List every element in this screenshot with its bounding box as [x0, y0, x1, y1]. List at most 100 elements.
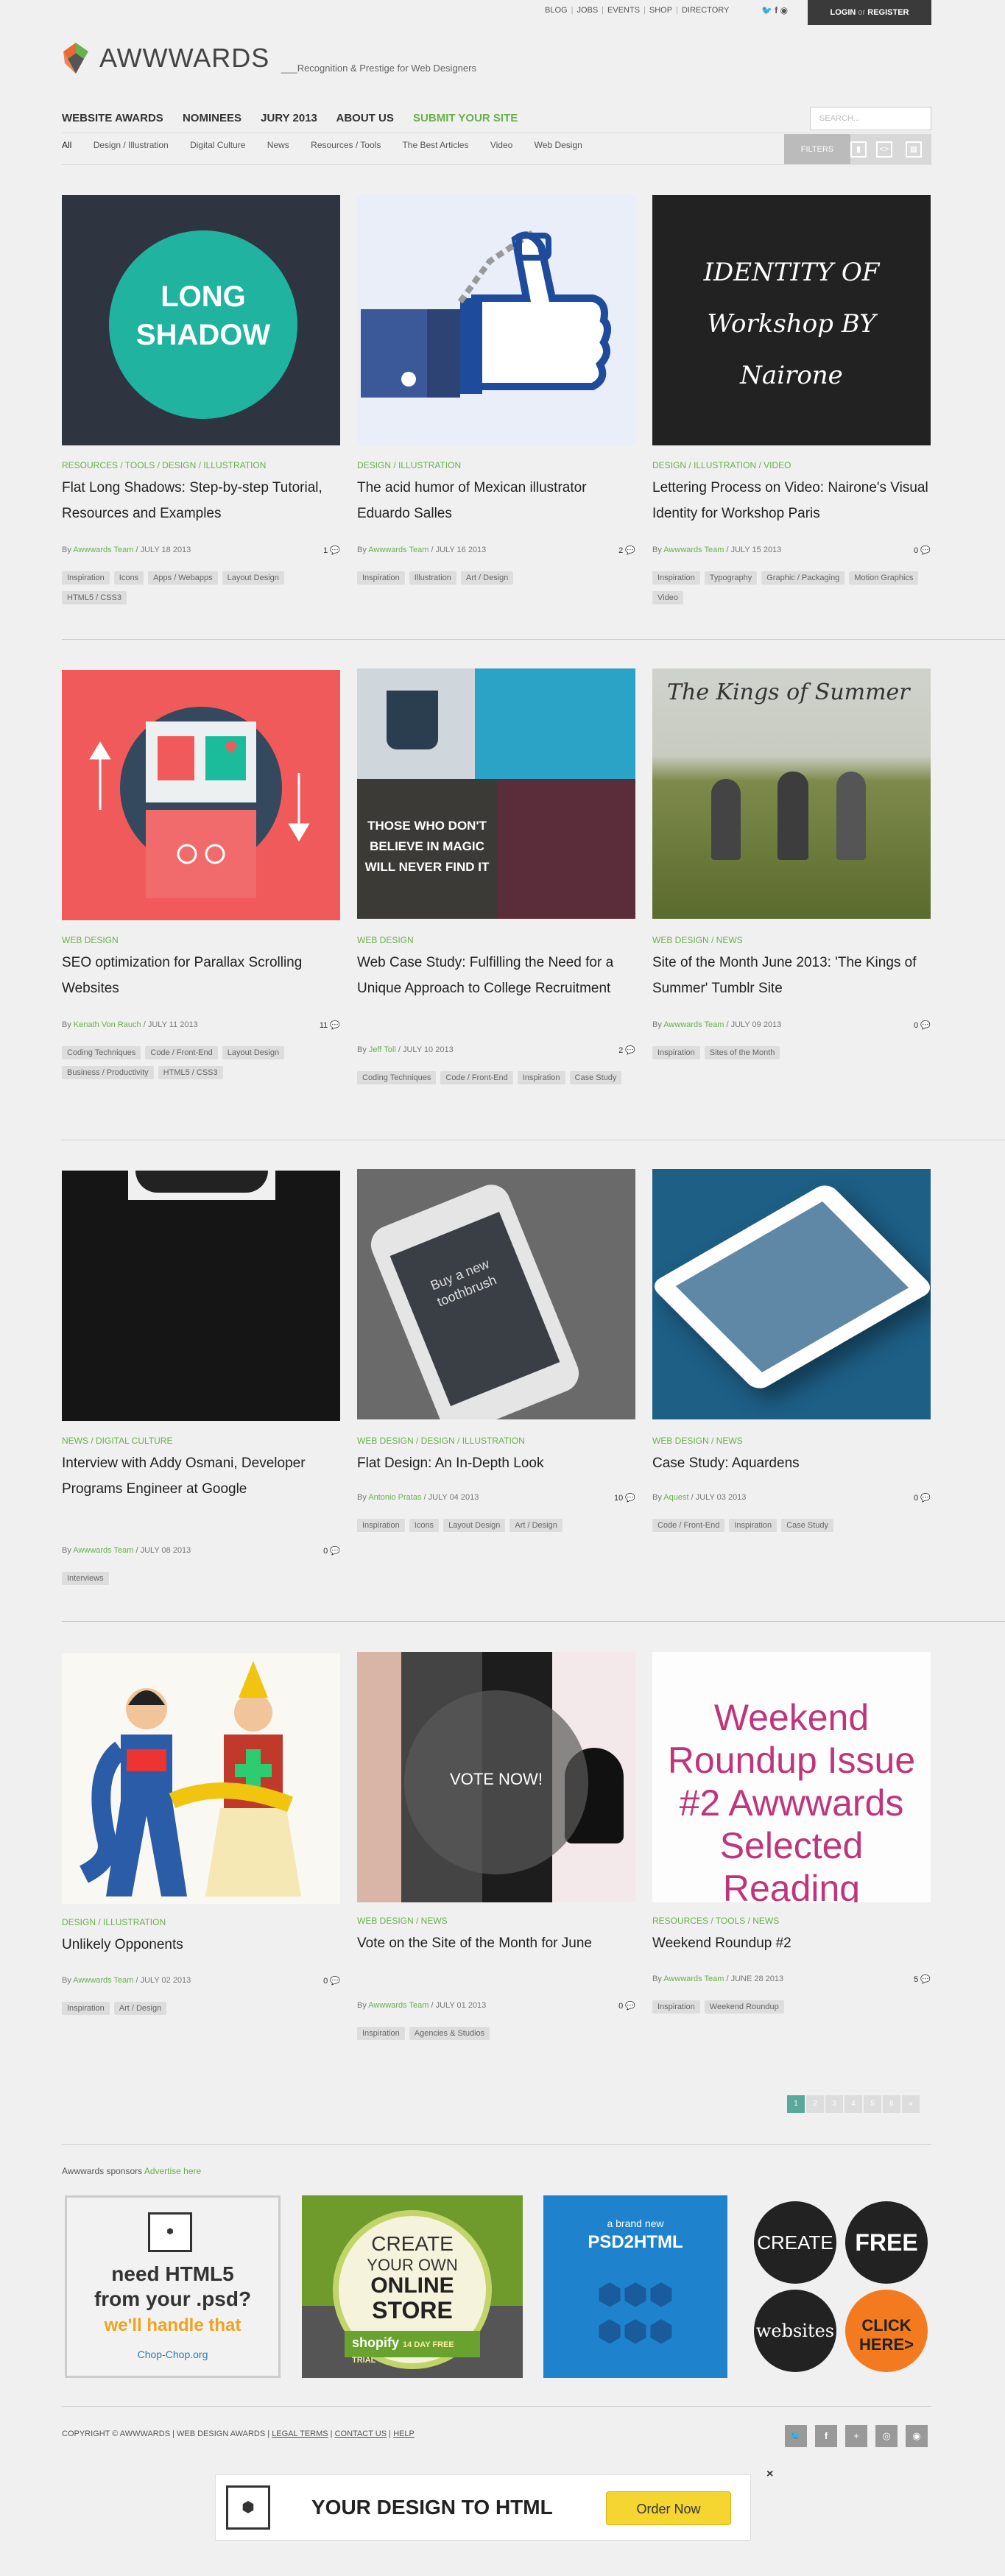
- page-button[interactable]: 4: [844, 2095, 862, 2113]
- rss-icon[interactable]: ◉: [780, 5, 788, 15]
- article-category[interactable]: WEB DESIGN / NEWS: [652, 1436, 743, 1446]
- tag[interactable]: Icons: [113, 571, 144, 585]
- facebook-icon[interactable]: f: [815, 2425, 837, 2447]
- article-thumbnail[interactable]: Buy a new toothbrush: [357, 1169, 635, 1419]
- subnav-best-articles[interactable]: The Best Articles: [402, 140, 468, 150]
- article-thumbnail[interactable]: Weekend Roundup Issue #2 Awwwards Select…: [652, 1652, 931, 1902]
- code-icon[interactable]: <>: [876, 141, 892, 158]
- footer-link-contact[interactable]: CONTACT US: [335, 2429, 387, 2438]
- tag[interactable]: Code / Front-End: [652, 1519, 725, 1532]
- tag[interactable]: Code / Front-End: [145, 1046, 218, 1059]
- article-title[interactable]: Unlikely Opponents: [62, 1932, 340, 1958]
- tag[interactable]: Coding Techniques: [357, 1071, 437, 1084]
- comment-count[interactable]: 2 💬: [618, 546, 635, 555]
- twitter-icon[interactable]: 🐦: [761, 5, 772, 15]
- article-category[interactable]: NEWS / DIGITAL CULTURE: [62, 1436, 172, 1446]
- tag[interactable]: Inspiration: [357, 1519, 405, 1532]
- article-author[interactable]: Awwwards Team: [73, 546, 133, 554]
- tag[interactable]: Inspiration: [652, 2000, 700, 2014]
- article-category[interactable]: DESIGN / ILLUSTRATION: [62, 1917, 166, 1927]
- article-category[interactable]: RESOURCES / TOOLS / NEWS: [652, 1916, 779, 1926]
- filters-button[interactable]: FILTERS: [784, 134, 850, 165]
- login-register-button[interactable]: LOGIN or REGISTER: [808, 0, 931, 25]
- article-category[interactable]: RESOURCES / TOOLS / DESIGN / ILLUSTRATIO…: [62, 460, 266, 470]
- brand-name[interactable]: AWWWARDS: [99, 43, 269, 74]
- top-link-shop[interactable]: SHOP: [649, 6, 672, 15]
- page-button[interactable]: 5: [864, 2095, 881, 2113]
- nav-submit-site[interactable]: SUBMIT YOUR SITE: [413, 112, 518, 124]
- comment-count[interactable]: 1 💬: [323, 546, 340, 555]
- tag[interactable]: Coding Techniques: [62, 1046, 141, 1059]
- article-thumbnail[interactable]: The Kings of Summer: [652, 668, 931, 919]
- article-category[interactable]: WEB DESIGN: [357, 935, 414, 945]
- advertise-link[interactable]: Advertise here: [144, 2166, 201, 2176]
- tag[interactable]: Layout Design: [443, 1519, 506, 1532]
- register-link[interactable]: REGISTER: [867, 8, 909, 17]
- article-author[interactable]: Antonio Pratas: [368, 1493, 421, 1502]
- tag[interactable]: HTML5 / CSS3: [158, 1066, 223, 1079]
- article-thumbnail[interactable]: THOSE WHO DON'T BELIEVE IN MAGIC WILL NE…: [357, 668, 635, 919]
- top-link-directory[interactable]: DIRECTORY: [682, 6, 729, 15]
- tag[interactable]: Inspiration: [517, 1071, 565, 1084]
- sponsor-ad-shopify[interactable]: CREATE YOUR OWN ONLINE STORE shopify 14 …: [302, 2195, 523, 2378]
- folder-icon[interactable]: ▮: [850, 141, 867, 158]
- order-now-button[interactable]: Order Now: [606, 2491, 731, 2525]
- article-author[interactable]: Awwwards Team: [663, 1975, 724, 1983]
- nav-about-us[interactable]: ABOUT US: [336, 112, 394, 124]
- article-title[interactable]: The acid humor of Mexican illustrator Ed…: [357, 475, 635, 526]
- article-category[interactable]: DESIGN / ILLUSTRATION: [357, 460, 461, 470]
- tag[interactable]: Sites of the Month: [704, 1046, 780, 1059]
- page-button[interactable]: 2: [806, 2095, 824, 2113]
- comment-count[interactable]: 2 💬: [618, 1045, 635, 1055]
- subnav-video[interactable]: Video: [490, 140, 512, 150]
- comment-count[interactable]: 0 💬: [914, 1020, 931, 1030]
- sponsor-ad-websites[interactable]: CREATE FREE websites CLICK HERE>: [750, 2195, 937, 2378]
- article-author[interactable]: Awwwards Team: [663, 1020, 724, 1029]
- tag[interactable]: Agencies & Studios: [409, 2027, 490, 2040]
- pinterest-icon[interactable]: ◎: [875, 2425, 898, 2447]
- top-link-events[interactable]: EVENTS: [607, 6, 640, 15]
- subnav-web-design[interactable]: Web Design: [535, 140, 582, 150]
- tag[interactable]: Art / Design: [509, 1519, 563, 1532]
- tag[interactable]: Layout Design: [222, 571, 284, 585]
- article-author[interactable]: Jeff Toll: [369, 1045, 396, 1054]
- tag[interactable]: Inspiration: [729, 1519, 777, 1532]
- article-title[interactable]: Interview with Addy Osmani, Developer Pr…: [62, 1450, 340, 1502]
- tag[interactable]: Typography: [704, 571, 758, 585]
- tag[interactable]: Icons: [409, 1519, 440, 1532]
- article-thumbnail[interactable]: [357, 195, 635, 445]
- article-title[interactable]: Web Case Study: Fulfilling the Need for …: [357, 950, 635, 1001]
- calendar-icon[interactable]: ▦: [906, 141, 922, 158]
- sponsor-ad-psd2html[interactable]: a brand new PSD2HTML ⬢⬢⬢ ⬢⬢⬢: [543, 2195, 727, 2378]
- article-title[interactable]: Site of the Month June 2013: 'The Kings …: [652, 950, 931, 1001]
- tag[interactable]: Inspiration: [62, 2002, 110, 2015]
- search-input[interactable]: SEARCH...: [810, 107, 931, 130]
- facebook-icon[interactable]: f: [775, 5, 777, 15]
- article-category[interactable]: WEB DESIGN / NEWS: [357, 1916, 448, 1926]
- login-link[interactable]: LOGIN: [831, 8, 856, 17]
- footer-link-help[interactable]: HELP: [393, 2429, 415, 2438]
- article-author[interactable]: Kenath Von Rauch: [74, 1020, 141, 1029]
- article-author[interactable]: Awwwards Team: [73, 1976, 133, 1985]
- article-thumbnail[interactable]: [652, 1169, 931, 1419]
- article-thumbnail[interactable]: [62, 670, 340, 920]
- article-title[interactable]: Case Study: Aquardens: [652, 1450, 931, 1476]
- nav-nominees[interactable]: NOMINEES: [183, 112, 241, 124]
- comment-count[interactable]: 0 💬: [323, 1546, 340, 1556]
- tag[interactable]: Business / Productivity: [62, 1066, 154, 1079]
- tag[interactable]: Inspiration: [357, 571, 405, 585]
- footer-link-legal[interactable]: LEGAL TERMS: [272, 2429, 328, 2438]
- comment-count[interactable]: 0 💬: [618, 2001, 635, 2011]
- top-link-blog[interactable]: BLOG: [545, 6, 568, 15]
- sponsor-ad-chopchop[interactable]: ⬢ need HTML5 from your .psd? we'll handl…: [65, 2195, 281, 2378]
- tag[interactable]: Apps / Webapps: [148, 571, 218, 585]
- tag[interactable]: Case Study: [781, 1519, 834, 1532]
- tag[interactable]: Case Study: [569, 1071, 622, 1084]
- tag[interactable]: Video: [652, 591, 683, 604]
- article-title[interactable]: Flat Design: An In-Depth Look: [357, 1450, 635, 1476]
- close-icon[interactable]: ×: [766, 2468, 773, 2481]
- tag[interactable]: Code / Front-End: [440, 1071, 513, 1084]
- tag[interactable]: Layout Design: [222, 1046, 285, 1059]
- article-title[interactable]: Flat Long Shadows: Step-by-step Tutorial…: [62, 475, 340, 526]
- tag[interactable]: Inspiration: [357, 2027, 405, 2040]
